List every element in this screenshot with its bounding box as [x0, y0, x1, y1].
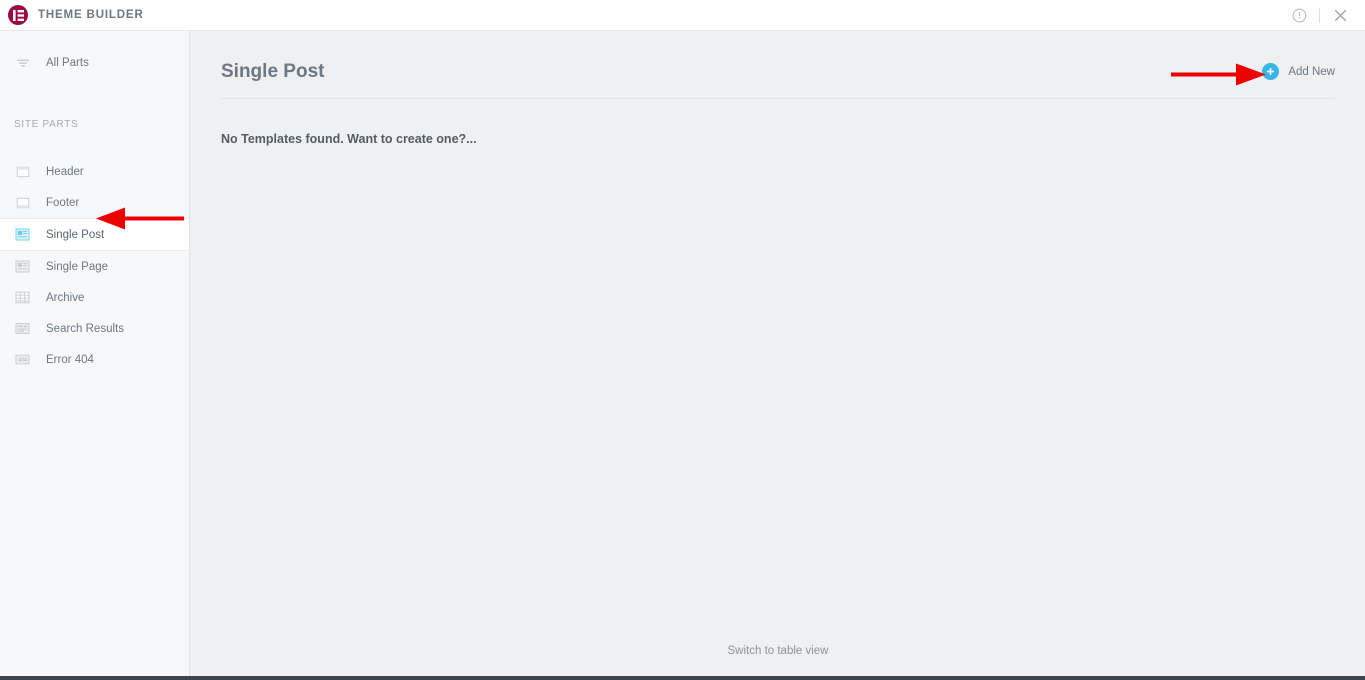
main-content: Single Post Add New No Templates found. …	[191, 31, 1365, 676]
sidebar-item-all-parts[interactable]: All Parts	[0, 47, 189, 78]
sidebar-item-label: All Parts	[46, 56, 89, 69]
single-page-icon	[14, 258, 31, 275]
close-icon[interactable]	[1327, 2, 1353, 28]
filter-icon	[14, 54, 31, 71]
sidebar-item-single-page[interactable]: Single Page	[0, 251, 189, 282]
empty-state-message: No Templates found. Want to create one?.…	[221, 132, 477, 146]
header-layout-icon	[14, 163, 31, 180]
footer-layout-icon	[14, 194, 31, 211]
sidebar-item-label: Search Results	[46, 322, 124, 335]
elementor-logo-icon	[8, 5, 28, 25]
sidebar-item-archive[interactable]: Archive	[0, 282, 189, 313]
sidebar-item-footer[interactable]: Footer	[0, 187, 189, 218]
app-header: THEME BUILDER	[0, 0, 1365, 31]
sidebar-item-header[interactable]: Header	[0, 156, 189, 187]
brand: THEME BUILDER	[0, 0, 144, 30]
sidebar-item-label: Header	[46, 165, 84, 178]
switch-to-table-view-link[interactable]: Switch to table view	[728, 645, 829, 657]
header-divider	[1319, 7, 1320, 23]
sidebar-item-label: Footer	[46, 196, 80, 209]
add-new-label: Add New	[1288, 65, 1335, 78]
sidebar-item-single-post[interactable]: Single Post	[0, 218, 189, 251]
plus-circle-icon	[1262, 63, 1280, 80]
app-title: THEME BUILDER	[38, 9, 144, 21]
sidebar: All Parts SITE PARTS Header Footer Singl…	[0, 31, 190, 676]
info-circle-icon[interactable]	[1286, 2, 1312, 28]
sidebar-item-label: Error 404	[46, 353, 94, 366]
sidebar-site-parts-list: Header Footer Single Post Single Page Ar…	[0, 156, 189, 375]
sidebar-item-error-404[interactable]: 404 Error 404	[0, 344, 189, 375]
content-header: Single Post Add New	[221, 31, 1335, 99]
error-404-icon: 404	[14, 351, 31, 368]
single-post-icon	[14, 226, 31, 243]
sidebar-item-search-results[interactable]: Search Results	[0, 313, 189, 344]
switch-view-wrap: Switch to table view	[191, 641, 1365, 659]
sidebar-item-label: Archive	[46, 291, 85, 304]
archive-grid-icon	[14, 289, 31, 306]
add-new-wrap: Add New	[1262, 63, 1335, 80]
search-results-icon	[14, 320, 31, 337]
page-title: Single Post	[221, 61, 325, 82]
sidebar-item-label: Single Page	[46, 260, 109, 273]
header-actions	[1286, 0, 1365, 30]
sidebar-section-label: SITE PARTS	[14, 119, 79, 130]
add-new-button[interactable]: Add New	[1262, 63, 1335, 80]
bottom-strip	[0, 676, 1365, 680]
sidebar-item-label: Single Post	[46, 228, 105, 241]
svg-text:404: 404	[18, 358, 27, 364]
